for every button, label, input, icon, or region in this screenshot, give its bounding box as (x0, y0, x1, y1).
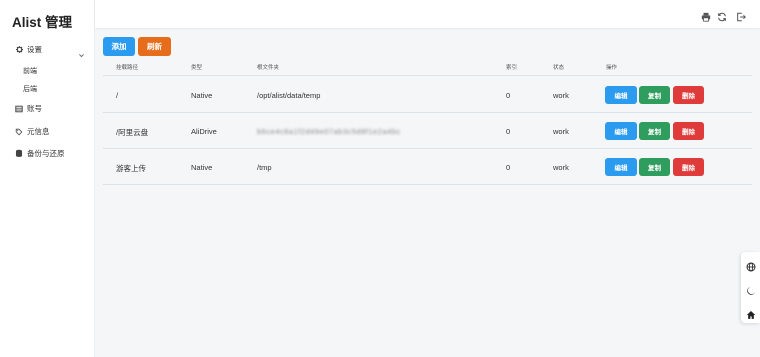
delete-button[interactable]: 删除 (673, 122, 704, 140)
sidebar-item-settings-label: 设置 (27, 45, 42, 54)
edit-button[interactable]: 编辑 (605, 122, 637, 140)
cell-type: AliDrive (191, 127, 217, 136)
cell-root: b6ce4c8a1f2d49e07ab3c5d8f1e2a4bc (257, 127, 401, 136)
table-divider (103, 184, 752, 185)
column-header-type: 类型 (191, 65, 203, 71)
cell-path: / (116, 91, 119, 100)
refresh-icon[interactable] (717, 9, 727, 27)
top-header (95, 0, 760, 28)
sidebar-item-meta-label: 元信息 (27, 127, 50, 136)
gear-icon (14, 45, 24, 54)
copy-button[interactable]: 复制 (639, 86, 670, 104)
cell-type: Native (191, 91, 213, 100)
chevron-down-icon[interactable] (78, 46, 85, 64)
copy-button[interactable]: 复制 (639, 158, 670, 176)
cell-status: work (553, 163, 569, 172)
sidebar-item-frontend[interactable]: 前端 (23, 66, 37, 76)
refresh-button[interactable]: 刷新 (138, 37, 171, 56)
moon-icon[interactable] (746, 283, 756, 301)
sidebar-item-accounts-label: 账号 (27, 104, 42, 113)
edit-button[interactable]: 编辑 (605, 86, 637, 104)
sidebar: Alist 管理 设置 前端 后端 账号 元信息 备份与还原 (0, 0, 95, 357)
table-divider (103, 75, 752, 76)
edit-button[interactable]: 编辑 (605, 158, 637, 176)
sidebar-item-accounts[interactable]: 账号 (14, 103, 42, 114)
sidebar-item-backup[interactable]: 备份与还原 (14, 148, 65, 159)
column-header-root: 根文件夹 (257, 65, 280, 71)
cell-root: /opt/alist/data/temp (257, 91, 321, 100)
sidebar-item-backup-label: 备份与还原 (27, 149, 65, 158)
table-icon (14, 105, 24, 113)
cell-path: 游客上传 (116, 164, 146, 173)
table-divider (103, 148, 752, 149)
app-title: Alist 管理 (12, 15, 73, 30)
sidebar-item-meta[interactable]: 元信息 (14, 126, 50, 137)
sidebar-item-settings[interactable]: 设置 (14, 44, 42, 55)
home-icon[interactable] (746, 307, 756, 325)
globe-icon[interactable] (746, 259, 756, 277)
sidebar-item-backend[interactable]: 后端 (23, 84, 37, 94)
cell-index: 0 (506, 127, 511, 136)
tag-icon (14, 128, 24, 136)
table-divider (103, 112, 752, 113)
cell-status: work (553, 91, 569, 100)
database-icon (14, 149, 24, 158)
cell-root: /tmp (257, 163, 272, 172)
floating-toolbar (741, 252, 760, 323)
add-button[interactable]: 添加 (103, 37, 135, 56)
cell-type: Native (191, 163, 213, 172)
column-header-index: 索引 (506, 65, 518, 71)
cell-path: /阿里云盘 (116, 128, 149, 137)
copy-button[interactable]: 复制 (639, 122, 670, 140)
column-header-actions: 操作 (606, 65, 618, 71)
delete-button[interactable]: 删除 (673, 86, 704, 104)
column-header-status: 状态 (553, 65, 565, 71)
cell-index: 0 (506, 163, 511, 172)
cell-status: work (553, 127, 569, 136)
column-header-path: 挂载路径 (116, 65, 139, 71)
logout-icon[interactable] (736, 9, 746, 27)
cell-index: 0 (506, 91, 511, 100)
delete-button[interactable]: 删除 (673, 158, 704, 176)
printer-icon[interactable] (701, 9, 711, 27)
